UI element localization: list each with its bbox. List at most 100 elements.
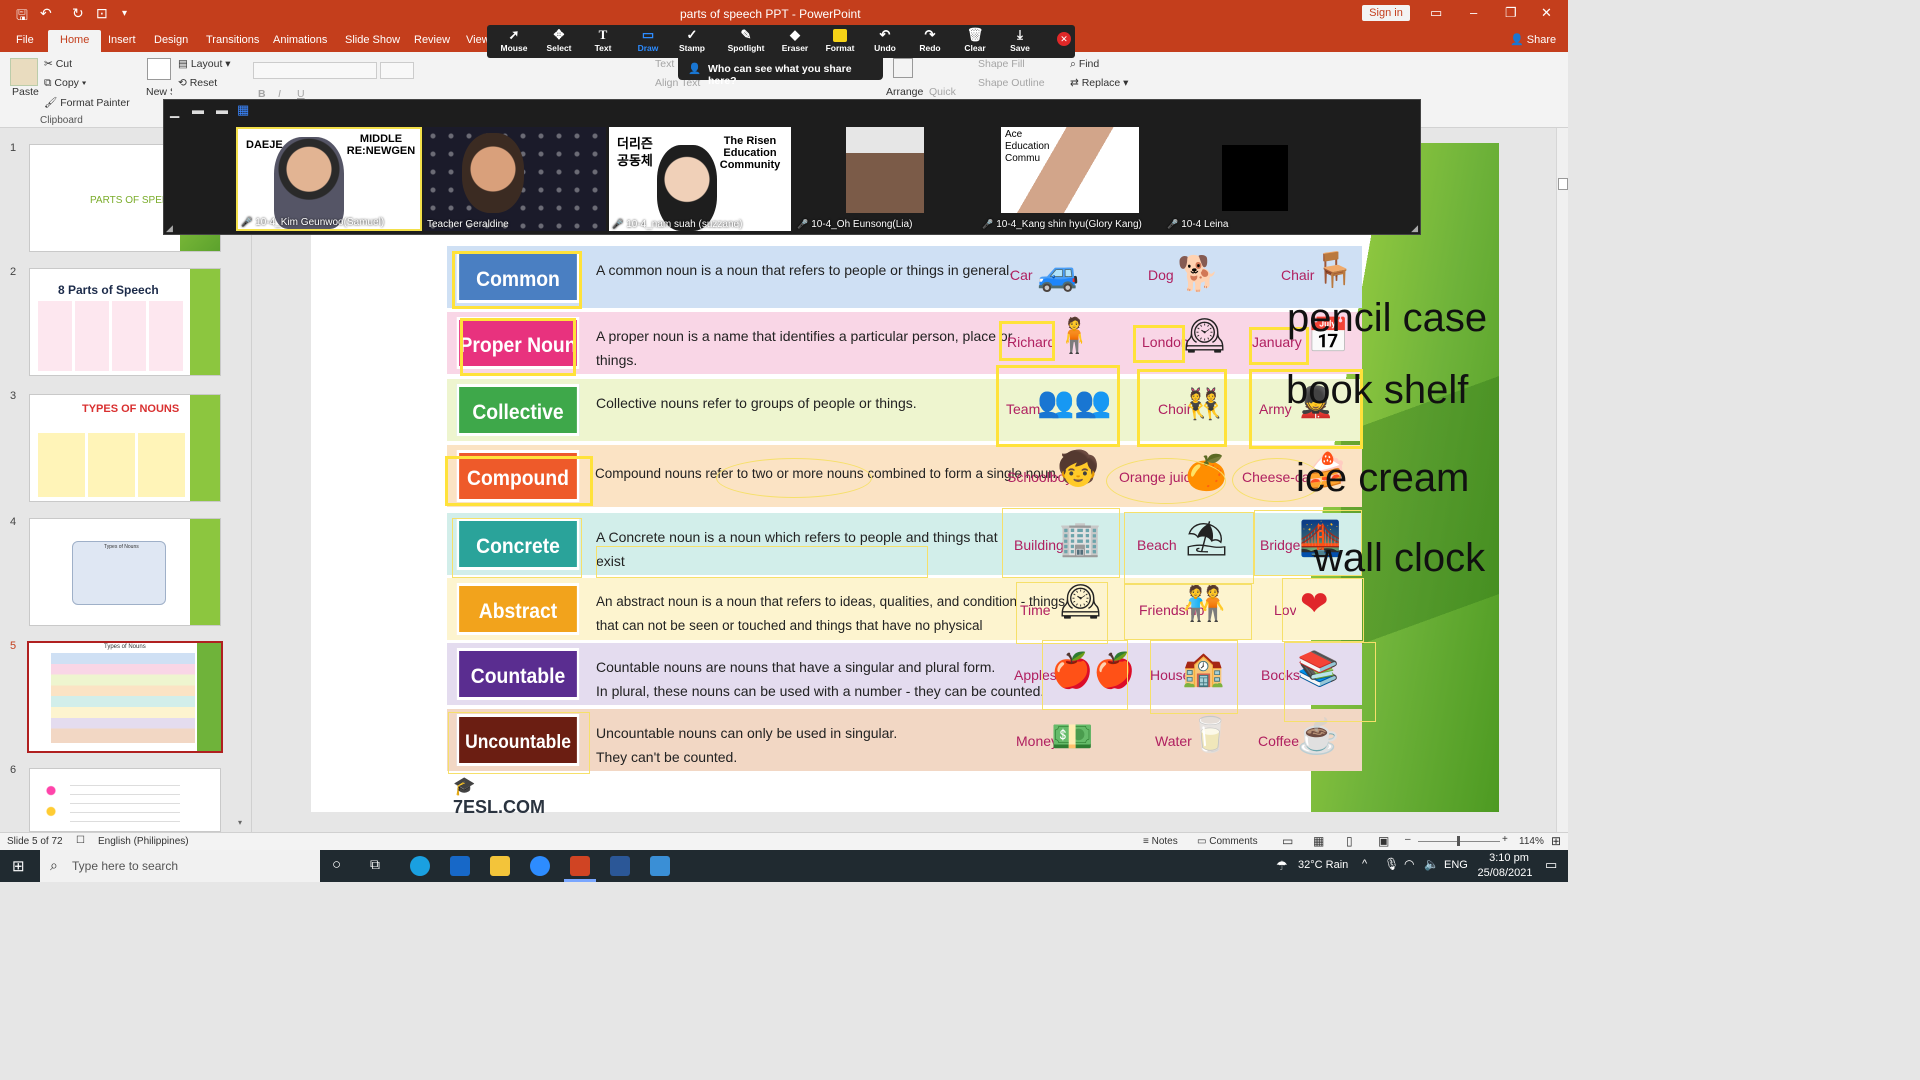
reset-button[interactable]: ⟲ Reset — [178, 77, 217, 89]
task-view-icon[interactable]: ⧉ — [370, 856, 380, 873]
zoom-app-icon[interactable] — [530, 856, 550, 876]
participant-tile[interactable]: DAEJE MIDDLE RE:NEWGEN 🎤 10-4_Kim Geunwoo… — [236, 127, 422, 231]
spelling-check-icon[interactable]: ☐ — [76, 835, 85, 846]
layout-button[interactable]: ▤ Layout ▾ — [178, 58, 231, 70]
who-can-see-banner[interactable]: 👤 Who can see what you share here? — [678, 58, 883, 87]
photos-icon[interactable] — [650, 856, 670, 876]
shape-outline-button[interactable]: Shape Outline — [978, 77, 1045, 89]
participant-tile[interactable]: 🎤 10-4 Leina — [1164, 127, 1346, 231]
zoom-out-icon[interactable]: – — [1405, 834, 1411, 845]
speaker-view-icon[interactable]: ▬ — [192, 103, 204, 117]
arrange-icon[interactable] — [893, 58, 913, 78]
cortana-icon[interactable]: ○ — [332, 856, 341, 873]
powerpoint-icon[interactable] — [570, 856, 590, 876]
shape-fill-button[interactable]: Shape Fill — [978, 58, 1025, 70]
slide-thumb-5-selected[interactable]: Types of Nouns — [27, 641, 223, 753]
slide-thumb-6[interactable] — [29, 768, 221, 832]
gallery-view-icon[interactable]: ▦ — [237, 102, 249, 118]
sign-in-button[interactable]: Sign in — [1362, 5, 1410, 21]
tool-format[interactable]: Format — [818, 27, 862, 53]
find-button[interactable]: ⌕ Find — [1070, 58, 1099, 71]
show-hidden-icons-icon[interactable]: ^ — [1362, 858, 1367, 870]
participant-tile[interactable]: Ace Education Commu 🎤 10-4_Kang shin hyu(… — [979, 127, 1161, 231]
replace-button[interactable]: ⇄ Replace ▾ — [1070, 77, 1128, 89]
tool-eraser[interactable]: ◆ Eraser — [773, 27, 817, 53]
language-indicator[interactable]: English (Philippines) — [98, 836, 189, 847]
new-slide-button[interactable]: New Slide — [146, 86, 172, 98]
paste-button[interactable]: Paste — [12, 86, 39, 98]
tool-spotlight[interactable]: ✎ Spotlight — [721, 27, 771, 53]
zoom-level[interactable]: 114% — [1519, 836, 1544, 847]
tab-design[interactable]: Design — [154, 34, 188, 46]
strip-view-icon[interactable]: ▬ — [216, 103, 228, 117]
wifi-icon[interactable]: ◠ — [1404, 857, 1414, 871]
present-icon[interactable]: ⊡ — [96, 5, 108, 22]
tool-save[interactable]: ⤓ Save — [998, 27, 1042, 53]
file-explorer-icon[interactable] — [490, 856, 510, 876]
mail-icon[interactable] — [450, 856, 470, 876]
normal-view-icon[interactable]: ▭ — [1282, 834, 1293, 848]
edge-icon[interactable] — [410, 856, 430, 876]
notification-icon[interactable]: ▭ — [1545, 857, 1557, 873]
reading-view-icon[interactable]: ▯ — [1346, 834, 1353, 848]
tool-redo[interactable]: ↷ Redo — [908, 27, 952, 53]
tab-transitions[interactable]: Transitions — [206, 34, 259, 46]
tab-insert[interactable]: Insert — [108, 34, 136, 46]
tab-slide-show[interactable]: Slide Show — [345, 34, 400, 46]
undo-icon[interactable]: ↶ — [40, 5, 52, 22]
tab-review[interactable]: Review — [414, 34, 450, 46]
participant-tile[interactable]: Teacher Geraldine — [424, 127, 606, 231]
redo-icon[interactable]: ↻ — [72, 5, 84, 22]
tool-clear[interactable]: 🗑 Clear — [953, 27, 997, 53]
arrange-button[interactable]: Arrange — [886, 86, 923, 98]
weather-text[interactable]: 32°C Rain — [1298, 859, 1348, 871]
input-language[interactable]: ENG — [1444, 859, 1468, 871]
notes-button[interactable]: ≡ Notes — [1143, 836, 1178, 847]
tab-animations[interactable]: Animations — [273, 34, 327, 46]
windows-start-icon[interactable]: ⊞ — [12, 857, 25, 875]
tool-draw[interactable]: ▭ Draw — [626, 27, 670, 53]
cut-button[interactable]: ✂ Cut — [44, 58, 72, 70]
slideshow-view-icon[interactable]: ▣ — [1378, 834, 1389, 848]
font-name-field[interactable] — [253, 62, 377, 79]
tool-text[interactable]: T Text — [581, 27, 625, 53]
slide-thumb-4[interactable]: Types of Nouns — [29, 518, 221, 626]
ribbon-display-icon[interactable]: ▭ — [1430, 5, 1442, 21]
minimize-strip-icon[interactable]: ▁ — [170, 104, 179, 118]
resize-handle-icon[interactable]: ◢ — [1411, 223, 1418, 234]
copy-button[interactable]: ⧉ Copy ▾ — [44, 77, 86, 90]
tool-select[interactable]: ✥ Select — [537, 27, 581, 53]
microphone-icon[interactable]: 🎙 — [1384, 857, 1399, 871]
tool-stamp[interactable]: ✓ Stamp — [670, 27, 714, 53]
scroll-down-icon[interactable]: ▾ — [238, 818, 248, 828]
comments-button[interactable]: ▭ Comments — [1197, 836, 1258, 847]
font-size-field[interactable] — [380, 62, 414, 79]
zoom-slider-thumb[interactable] — [1457, 836, 1460, 846]
format-painter-button[interactable]: 🖌 Format Painter — [44, 96, 130, 109]
minimize-icon[interactable]: – — [1470, 5, 1477, 20]
close-icon[interactable]: ✕ — [1541, 5, 1552, 21]
clock-time[interactable]: 3:10 pm — [1481, 852, 1537, 864]
slide-thumb-2[interactable]: 8 Parts of Speech — [29, 268, 221, 376]
quick-styles-button[interactable]: Quick — [929, 86, 956, 98]
zoom-in-icon[interactable]: + — [1502, 834, 1508, 845]
tool-mouse[interactable]: ➚ Mouse — [492, 27, 536, 53]
share-button[interactable]: 👤 Share — [1510, 33, 1556, 46]
vertical-scrollbar[interactable] — [1556, 128, 1568, 832]
text-direction-button[interactable]: Text — [655, 58, 674, 70]
resize-handle-icon[interactable]: ◢ — [166, 223, 173, 234]
word-icon[interactable] — [610, 856, 630, 876]
clock-date[interactable]: 25/08/2021 — [1470, 867, 1540, 879]
close-annotation-icon[interactable]: ✕ — [1057, 32, 1071, 46]
taskbar-search-box[interactable]: ⌕ Type here to search — [40, 850, 320, 882]
volume-icon[interactable]: 🔈 — [1424, 857, 1439, 871]
tab-file[interactable]: File — [16, 34, 34, 46]
new-slide-icon[interactable] — [147, 58, 171, 80]
save-icon[interactable]: 🖫 — [16, 5, 28, 29]
slide-thumb-3[interactable]: TYPES OF NOUNS — [29, 394, 221, 502]
scrollbar-thumb[interactable] — [1558, 178, 1568, 190]
tool-undo[interactable]: ↶ Undo — [863, 27, 907, 53]
slide-sorter-icon[interactable]: ▦ — [1313, 834, 1324, 848]
paste-icon[interactable] — [10, 58, 38, 86]
participant-tile[interactable]: 🎤 10-4_Oh Eunsong(Lia) — [794, 127, 976, 231]
